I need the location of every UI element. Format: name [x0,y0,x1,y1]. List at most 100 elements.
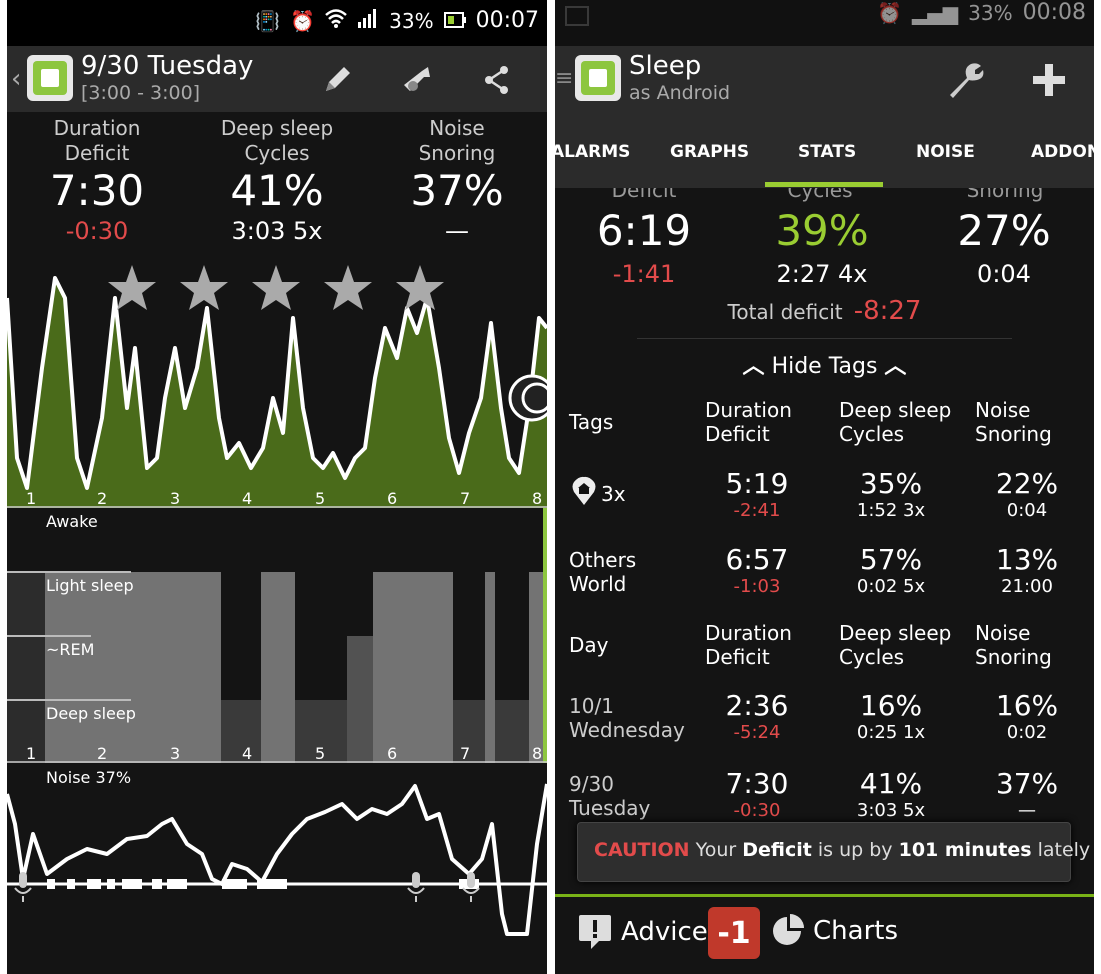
phase-block [529,572,543,763]
deficit-value: -2:41 [733,500,781,521]
status-icons: ⏰ ▂▄▆ 33% 00:08 [877,0,1086,25]
share-button[interactable] [477,60,517,100]
exclamation-bubble-icon [579,915,611,949]
hour-label: 3 [170,489,181,508]
advice-badge: -1 [708,907,760,959]
stat-value: 37% [410,166,504,215]
clock: 00:07 [475,8,539,33]
noise-value: 13% [995,543,1059,576]
sleep-detail-screen: 📳 ⏰ 33% 00:07 ‹ 9/30 Tuesday [3:00 - 3:0… [7,0,547,974]
deep-sleep-cell: 57% 0:02 5x [839,544,943,598]
tab-addon[interactable]: ADDON [1031,142,1094,162]
noise-cell: 13% 21:00 [975,544,1079,598]
col-duration: Duration [705,398,792,422]
phase-block [373,572,453,763]
edit-button[interactable] [317,60,357,100]
cycles-value: 1:52 3x [856,500,926,521]
action-bar: ≡ Sleep as Android [555,46,1094,112]
deep-sleep-value: 57% [859,543,923,576]
day-label: Tuesday [569,796,651,820]
sleep-summary: Duration Deficit 7:30 -0:30 Deep sleep C… [7,116,547,246]
duration-cell: 6:57 -1:03 [705,544,809,598]
microphone-icon[interactable] [14,872,32,902]
col-deficit: Deficit [705,645,770,669]
hour-label: 5 [315,744,326,763]
stats-scroll-area[interactable]: Deficit Cycles Snoring 6:19 -1:41 39% 2:… [555,188,1094,894]
awake-label: Awake [46,512,98,531]
app-title: Sleep [629,51,702,81]
hour-label: 1 [26,489,37,508]
light-sleep-label: Light sleep [46,576,134,595]
hour-label: 5 [315,489,326,508]
tab-graphs[interactable]: GRAPHS [670,142,749,162]
duration-value: 6:57 [725,543,789,576]
screenshot-notice [565,6,589,26]
caution-text: CAUTION Your Deficit is up by 101 minute… [594,839,1090,861]
noise-graph[interactable] [7,764,547,974]
noise-value: 16% [995,689,1059,722]
drawer-icon[interactable]: ≡ [555,66,573,91]
time-range: [3:00 - 3:00] [81,82,201,104]
alarm-icon: ⏰ [290,8,316,33]
stat-sub: 3:03 5x [231,217,323,245]
day-label: 10/1 [569,694,614,718]
movement-graph[interactable] [7,258,547,508]
phase-block [45,572,221,763]
advice-button[interactable]: Advice [577,913,708,951]
col-deep-sleep: Deep sleep [839,398,952,422]
hide-tags-toggle[interactable]: ︿ Hide Tags ︿ [555,348,1094,380]
stat-label: Duration [53,116,141,140]
caution-part: 101 minutes [898,839,1032,861]
deep-sleep-cell: 35% 1:52 3x [839,468,943,522]
col-deficit: Deficit [705,422,770,446]
advice-label: Advice [621,917,708,947]
bottom-bar: Advice -1 Charts [555,894,1094,974]
star-icon [180,265,228,310]
deep-sleep-cell: 41% 3:03 5x [839,768,943,822]
alarm-icon: ⏰ [877,0,902,25]
total-deficit-label: Total deficit [727,300,843,324]
duration-value: 2:36 [725,689,789,722]
settings-button[interactable] [945,60,985,100]
noise-value: 22% [995,467,1059,500]
deep-sleep-stat: Deep sleep Cycles 41% 3:03 5x [187,116,367,246]
lullaby-icon[interactable] [508,374,547,422]
caution-toast[interactable]: CAUTION Your Deficit is up by 101 minute… [577,822,1090,882]
noise-cell: 22% 0:04 [975,468,1079,522]
battery-percent: 33% [389,8,434,33]
rating-stars [108,265,444,310]
add-button[interactable] [1029,60,1069,100]
hour-label: 3 [170,744,181,763]
tab-noise[interactable]: NOISE [916,142,975,162]
stats-screen: ⏰ ▂▄▆ 33% 00:08 ≡ Sleep as Android ALARM… [555,0,1094,974]
snoring-value: 21:00 [1001,576,1053,597]
deep-sleep-value: 16% [859,689,923,722]
microphone-icon[interactable] [407,872,425,902]
deep-sleep-label: Deep sleep [46,704,136,723]
pie-chart-icon [773,914,804,945]
phase-block [7,572,45,763]
tab-alarms[interactable]: ALARMS [555,142,630,162]
col-duration: Duration [705,621,792,645]
clock: 00:08 [1022,0,1086,25]
hour-label: 6 [387,744,398,763]
signal-icon: ▂▄▆ [911,0,959,25]
summary-deficit: -1:41 [612,260,676,288]
phase-block [221,700,261,763]
wifi-icon [325,8,347,33]
sleep-phase-graph[interactable] [7,508,547,763]
summary-deep-sleep: 39% [775,206,869,255]
charts-button[interactable]: Charts [769,913,898,949]
tab-stats[interactable]: STATS [798,142,856,162]
snore-button[interactable] [397,60,437,100]
status-icons: 📳 ⏰ 33% 00:07 [255,8,539,33]
app-logo[interactable] [27,55,73,101]
pencil-icon [326,67,350,91]
action-bar: ‹ 9/30 Tuesday [3:00 - 3:00] [7,46,547,112]
stat-value: 41% [230,166,324,215]
app-logo[interactable] [575,55,621,101]
tag-label: World [569,572,627,596]
back-chevron-icon[interactable]: ‹ [11,64,21,94]
stat-sub: -0:30 [65,217,129,245]
share-icon [485,66,508,94]
